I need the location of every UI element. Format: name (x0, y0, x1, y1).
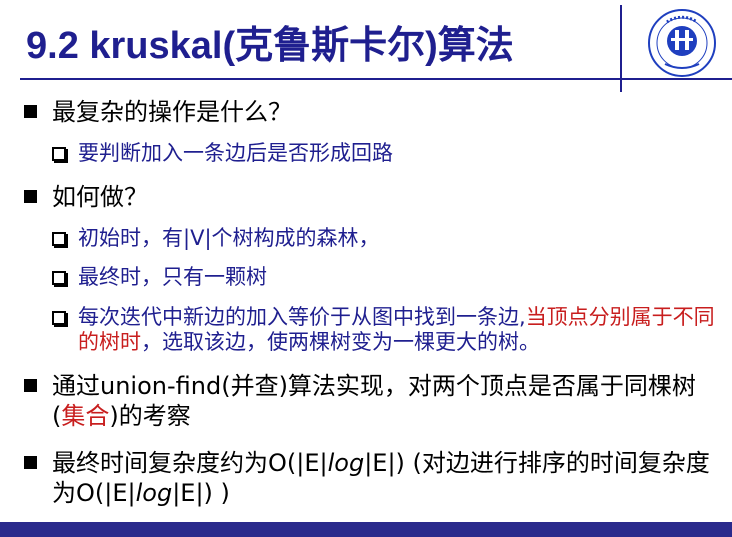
square-bullet-icon (24, 105, 37, 118)
bullet-level2: 每次迭代中新边的加入等价于从图中找到一条边,当顶点分别属于不同的树时，选取该边，… (52, 305, 732, 355)
checkbox-bullet-icon (52, 232, 66, 246)
square-bullet-icon (24, 379, 37, 392)
square-bullet-icon (24, 456, 37, 469)
bullet-level1: 通过union-find(并查)算法实现，对两个顶点是否属于同棵树(集合)的考察 (22, 371, 722, 431)
bullet-level2: 最终时，只有一颗树 (52, 265, 267, 290)
bullet-level2: 要判断加入一条边后是否形成回路 (52, 141, 393, 166)
bullet-level1: 最复杂的操作是什么？ (22, 97, 292, 127)
square-bullet-icon (24, 190, 37, 203)
bullet-level1: 最终时间复杂度约为O(|E|log|E|) (对边进行排序的时间复杂度为O(|E… (22, 448, 722, 508)
bullet-level2: 初始时，有|V|个树构成的森林， (52, 226, 380, 251)
checkbox-bullet-icon (52, 271, 66, 285)
slide-content: 最复杂的操作是什么？ 要判断加入一条边后是否形成回路 如何做？ 初始时，有|V|… (0, 0, 732, 537)
footer-bar (0, 522, 732, 537)
bullet-level1: 如何做？ (22, 182, 148, 212)
checkbox-bullet-icon (52, 311, 66, 325)
checkbox-bullet-icon (52, 147, 66, 161)
